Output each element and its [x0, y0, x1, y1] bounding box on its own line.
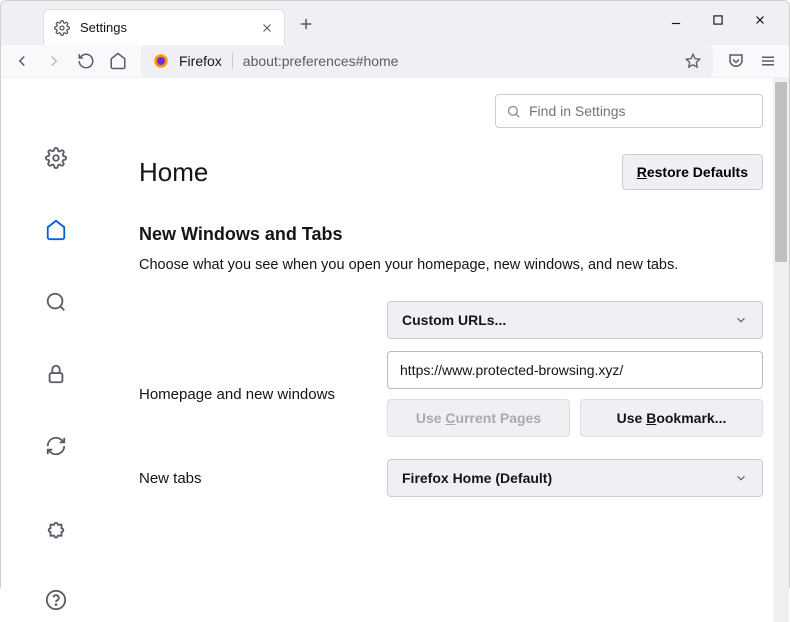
home-button[interactable]	[109, 52, 127, 70]
home-icon	[45, 219, 67, 241]
minimize-button[interactable]	[669, 13, 683, 27]
toolbar: Firefox about:preferences#home	[1, 45, 789, 78]
maximize-button[interactable]	[711, 13, 725, 27]
sidebar	[1, 78, 111, 622]
url-text: about:preferences#home	[243, 53, 675, 69]
url-bar[interactable]: Firefox about:preferences#home	[141, 45, 713, 77]
restore-defaults-button[interactable]: Restore Defaults	[622, 154, 763, 190]
sync-icon	[45, 435, 67, 457]
section-description: Choose what you see when you open your h…	[139, 255, 763, 275]
chevron-down-icon	[734, 313, 748, 327]
tab-settings[interactable]: Settings	[43, 9, 285, 45]
firefox-icon	[153, 53, 169, 69]
help-icon	[45, 589, 67, 611]
sidebar-item-home[interactable]	[34, 208, 78, 252]
pocket-icon[interactable]	[727, 52, 745, 70]
bookmark-star-icon[interactable]	[685, 53, 701, 69]
gear-icon	[45, 147, 67, 169]
main-content: Home Restore Defaults New Windows and Ta…	[111, 78, 789, 622]
use-bookmark-button[interactable]: Use Bookmark...	[580, 399, 763, 437]
use-current-pages-button[interactable]: Use Current Pages	[387, 399, 570, 437]
sidebar-item-privacy[interactable]	[34, 352, 78, 396]
scrollbar[interactable]	[773, 78, 789, 622]
close-window-button[interactable]	[753, 13, 767, 27]
close-icon[interactable]	[260, 21, 274, 35]
url-brand: Firefox	[179, 53, 222, 69]
scrollbar-thumb[interactable]	[775, 82, 787, 262]
search-icon	[45, 291, 67, 313]
chevron-down-icon	[734, 471, 748, 485]
search-icon	[506, 104, 521, 119]
reload-button[interactable]	[77, 52, 95, 70]
newtabs-dropdown[interactable]: Firefox Home (Default)	[387, 459, 763, 497]
back-button[interactable]	[13, 52, 31, 70]
tab-title: Settings	[80, 20, 250, 35]
lock-icon	[45, 363, 67, 385]
search-input[interactable]	[529, 103, 752, 119]
new-tab-button[interactable]	[297, 15, 315, 33]
forward-button[interactable]	[45, 52, 63, 70]
menu-button[interactable]	[759, 52, 777, 70]
sidebar-item-sync[interactable]	[34, 424, 78, 468]
page-title: Home	[139, 157, 208, 188]
section-heading: New Windows and Tabs	[139, 224, 763, 245]
sidebar-item-general[interactable]	[34, 136, 78, 180]
newtabs-label: New tabs	[139, 470, 387, 487]
sidebar-item-search[interactable]	[34, 280, 78, 324]
sidebar-item-help[interactable]	[34, 578, 78, 622]
gear-icon	[54, 20, 70, 36]
puzzle-icon	[45, 521, 67, 543]
sidebar-item-extensions[interactable]	[34, 510, 78, 554]
settings-search[interactable]	[495, 94, 763, 128]
homepage-url-input[interactable]	[387, 351, 763, 389]
titlebar: Settings	[1, 1, 789, 45]
homepage-mode-dropdown[interactable]: Custom URLs...	[387, 301, 763, 339]
homepage-label: Homepage and new windows	[139, 386, 387, 403]
